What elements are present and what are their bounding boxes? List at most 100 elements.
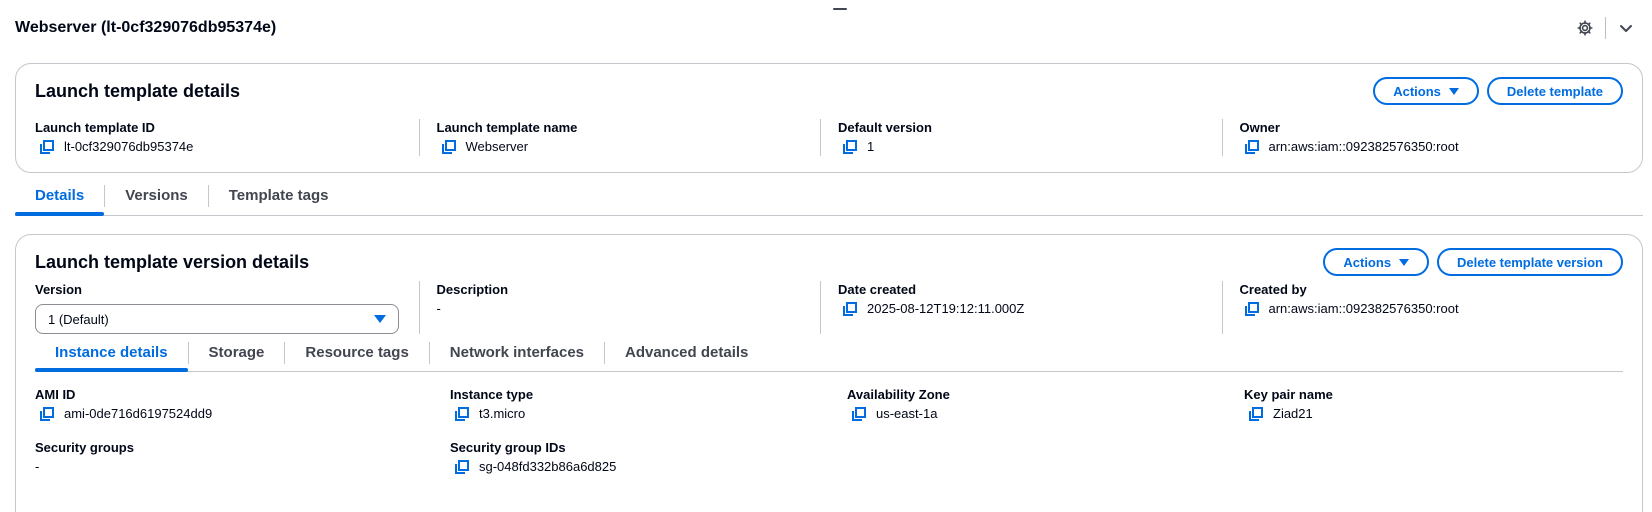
field-label: Default version	[838, 120, 932, 135]
version-fields: Version 1 (Default) Description - Date c…	[35, 281, 1623, 334]
field-key-pair-name: Key pair name Ziad21	[1226, 386, 1623, 424]
main-tabs: Details Versions Template tags	[15, 176, 1643, 216]
owner-value: arn:aws:iam::092382576350:root	[1268, 139, 1459, 154]
field-label: Instance type	[450, 387, 534, 402]
field-date-created: Date created 2025-08-12T19:12:11.000Z	[820, 281, 1222, 334]
instance-details-grid: AMI ID ami-0de716d6197524dd9 Instance ty…	[35, 386, 1623, 477]
tab-resource-tags[interactable]: Resource tags	[285, 334, 428, 370]
version-subtabs: Instance details Storage Resource tags N…	[35, 334, 1623, 372]
template-fields: Launch template ID lt-0cf329076db95374e …	[35, 119, 1623, 156]
tab-storage[interactable]: Storage	[189, 334, 285, 370]
field-owner: Owner arn:aws:iam::092382576350:root	[1221, 119, 1624, 156]
key-pair-value: Ziad21	[1273, 406, 1313, 421]
field-ami-id: AMI ID ami-0de716d6197524dd9	[35, 386, 432, 424]
field-label: Launch template ID	[35, 120, 155, 135]
panel-actions: Actions Delete template	[1373, 77, 1623, 105]
description-value: -	[436, 301, 441, 316]
availability-zone-value: us-east-1a	[876, 406, 938, 421]
copy-icon[interactable]	[453, 405, 471, 423]
field-security-group-ids: Security group IDs sg-048fd332b86a6d825	[432, 439, 829, 477]
panel-drag-handle[interactable]	[833, 8, 847, 10]
field-label: Launch template name	[436, 120, 578, 135]
actions-dropdown-button[interactable]: Actions	[1373, 77, 1479, 105]
page-header: Webserver (lt-0cf329076db95374e)	[15, 16, 276, 40]
field-value: 1	[838, 138, 1222, 156]
field-label: Date created	[838, 282, 917, 297]
field-created-by: Created by arn:aws:iam::092382576350:roo…	[1221, 281, 1624, 334]
copy-icon[interactable]	[440, 138, 458, 156]
tab-versions[interactable]: Versions	[105, 176, 208, 214]
field-description: Description -	[418, 281, 821, 334]
delete-template-button[interactable]: Delete template	[1486, 77, 1623, 105]
field-security-groups: Security groups -	[35, 439, 432, 477]
field-label: Created by	[1239, 282, 1307, 297]
field-value: t3.micro	[450, 405, 829, 423]
default-version-value: 1	[867, 139, 875, 154]
version-actions-dropdown-button[interactable]: Actions	[1323, 248, 1430, 276]
copy-icon[interactable]	[841, 300, 859, 318]
field-label: Description	[436, 282, 509, 297]
tab-template-tags[interactable]: Template tags	[209, 176, 349, 214]
instance-type-value: t3.micro	[479, 406, 526, 421]
actions-label: Actions	[1343, 254, 1392, 270]
created-by-value: arn:aws:iam::092382576350:root	[1268, 301, 1459, 316]
caret-down-icon	[374, 315, 386, 323]
launch-template-details-panel: Launch template details Actions Delete t…	[15, 63, 1643, 173]
field-value: Webserver	[437, 138, 821, 156]
date-created-value: 2025-08-12T19:12:11.000Z	[867, 301, 1025, 316]
header-divider	[1605, 17, 1606, 39]
copy-icon[interactable]	[453, 458, 471, 476]
tab-advanced-details[interactable]: Advanced details	[605, 334, 768, 370]
delete-template-version-button[interactable]: Delete template version	[1437, 248, 1623, 276]
version-select[interactable]: 1 (Default)	[35, 304, 399, 334]
copy-icon[interactable]	[38, 138, 56, 156]
copy-icon[interactable]	[1247, 405, 1265, 423]
field-template-name: Launch template name Webserver	[418, 119, 821, 156]
tab-details[interactable]: Details	[15, 176, 105, 216]
field-value: lt-0cf329076db95374e	[35, 138, 419, 156]
field-value: 2025-08-12T19:12:11.000Z	[838, 300, 1222, 318]
field-label: Key pair name	[1244, 387, 1333, 402]
tab-network-interfaces[interactable]: Network interfaces	[430, 334, 604, 370]
field-label: AMI ID	[35, 387, 76, 402]
security-group-ids-value: sg-048fd332b86a6d825	[479, 459, 617, 474]
gear-icon[interactable]	[1571, 14, 1599, 42]
field-label: Security group IDs	[450, 440, 566, 455]
field-instance-type: Instance type t3.micro	[432, 386, 829, 424]
template-id-value: lt-0cf329076db95374e	[64, 139, 194, 154]
copy-icon[interactable]	[850, 405, 868, 423]
field-version: Version 1 (Default)	[35, 281, 419, 334]
field-label: Owner	[1239, 120, 1280, 135]
field-value: Ziad21	[1244, 405, 1623, 423]
field-value: sg-048fd332b86a6d825	[450, 458, 829, 476]
tab-instance-details[interactable]: Instance details	[35, 334, 188, 372]
field-label: Version	[35, 282, 82, 297]
field-default-version: Default version 1	[820, 119, 1222, 156]
template-name-value: Webserver	[465, 139, 529, 154]
field-value: us-east-1a	[847, 405, 1226, 423]
caret-down-icon	[1448, 87, 1459, 95]
copy-icon[interactable]	[38, 405, 56, 423]
copy-icon[interactable]	[1243, 138, 1261, 156]
panel-title: Launch template version details	[35, 252, 310, 272]
copy-icon[interactable]	[841, 138, 859, 156]
panel-title: Launch template details	[35, 81, 241, 101]
field-template-id: Launch template ID lt-0cf329076db95374e	[35, 119, 419, 156]
header-icons	[1571, 14, 1640, 42]
copy-icon[interactable]	[1243, 300, 1261, 318]
ami-id-value: ami-0de716d6197524dd9	[64, 406, 213, 421]
field-value: arn:aws:iam::092382576350:root	[1240, 138, 1624, 156]
field-value: arn:aws:iam::092382576350:root	[1240, 300, 1624, 318]
field-value: ami-0de716d6197524dd9	[35, 405, 432, 423]
field-label: Security groups	[35, 440, 134, 455]
chevron-down-icon[interactable]	[1612, 14, 1640, 42]
security-groups-value: -	[35, 459, 40, 474]
version-details-panel: Launch template version details Actions …	[15, 234, 1643, 512]
panel-actions: Actions Delete template version	[1323, 248, 1623, 276]
version-select-value: 1 (Default)	[48, 311, 109, 327]
field-label: Availability Zone	[847, 387, 950, 402]
page-title: Webserver (lt-0cf329076db95374e)	[15, 19, 277, 36]
caret-down-icon	[1399, 258, 1410, 266]
actions-label: Actions	[1393, 83, 1441, 99]
field-availability-zone: Availability Zone us-east-1a	[829, 386, 1226, 424]
